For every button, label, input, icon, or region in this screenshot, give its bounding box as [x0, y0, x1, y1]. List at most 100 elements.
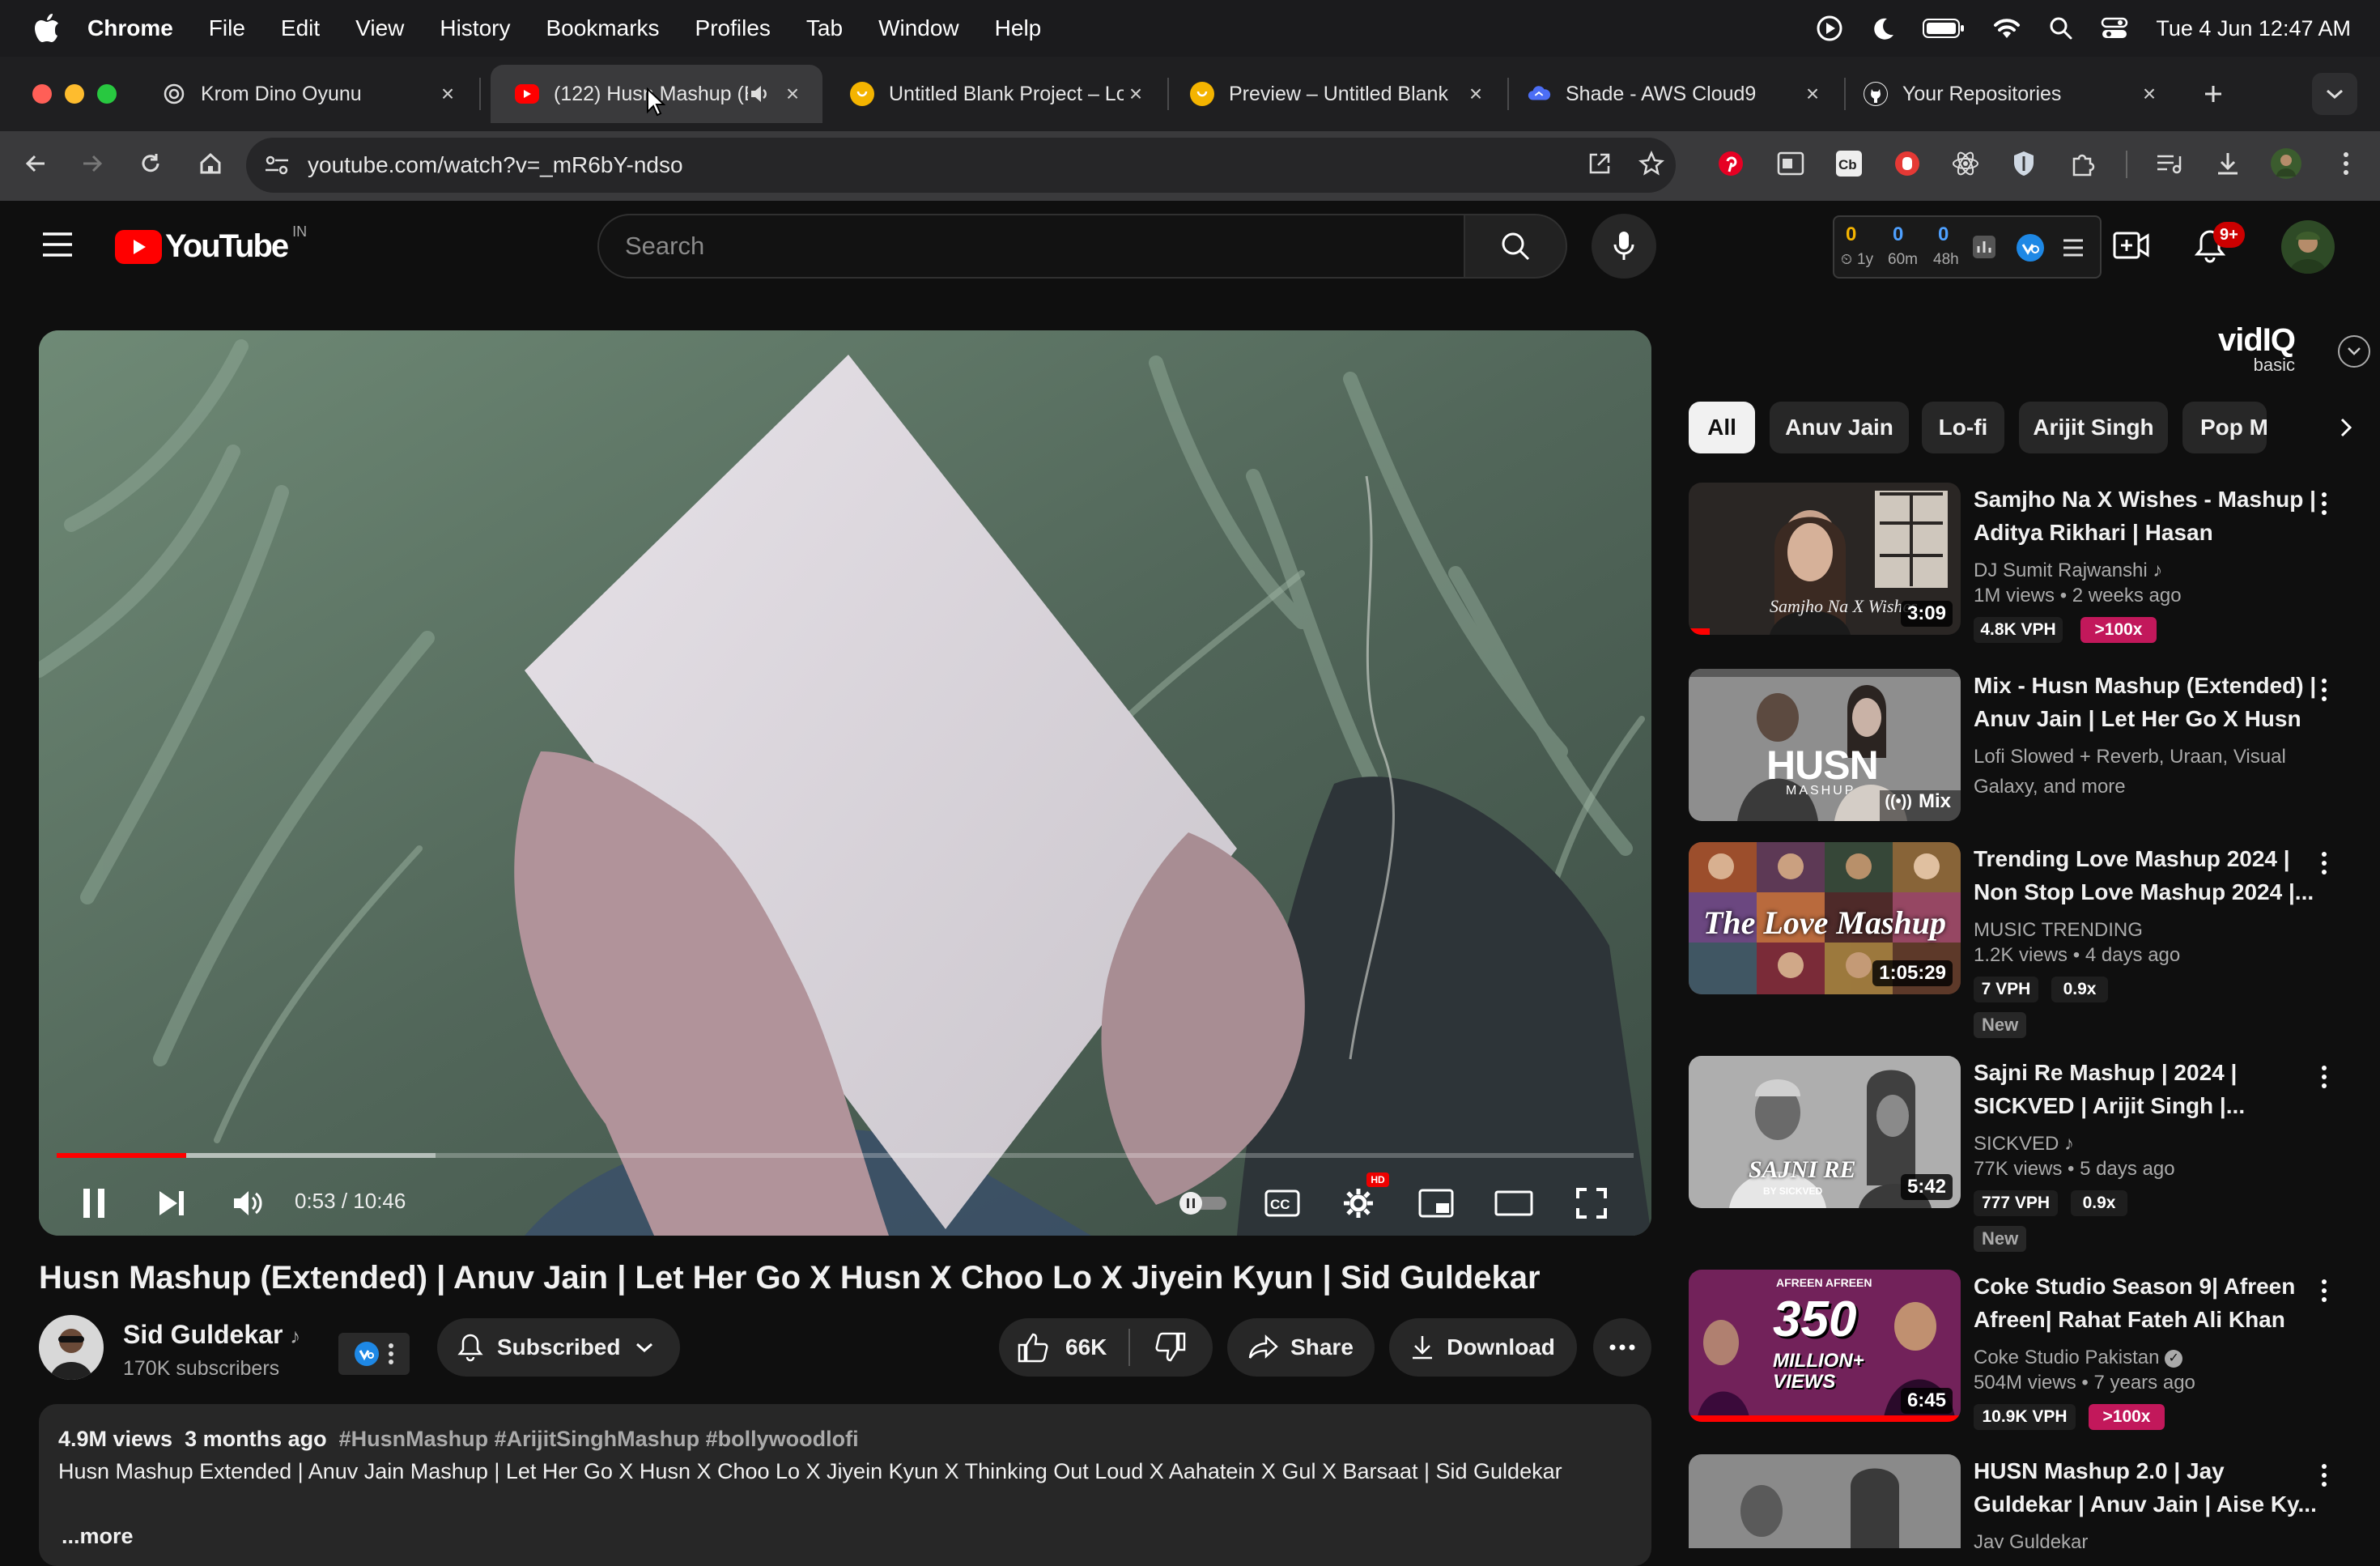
recommendation-thumbnail[interactable]: The Love Mashup 1:05:29: [1689, 842, 1961, 994]
menu-history[interactable]: History: [440, 15, 510, 41]
recommendation-menu-kebab-icon[interactable]: [2312, 674, 2336, 706]
recommendation-thumbnail[interactable]: Samjho Na X Wishes 3:09: [1689, 483, 1961, 635]
menu-tab[interactable]: Tab: [806, 15, 843, 41]
media-controls-icon[interactable]: [2152, 146, 2187, 181]
menu-window[interactable]: Window: [878, 15, 959, 41]
recommendation-title[interactable]: Mix - Husn Mashup (Extended) | Anuv Jain…: [1974, 669, 2322, 735]
window-minimize-button[interactable]: [65, 84, 84, 104]
chip-all[interactable]: All: [1689, 402, 1755, 453]
extensions-puzzle-icon[interactable]: [2064, 146, 2100, 181]
chip-pop-music[interactable]: Pop M: [2182, 402, 2267, 453]
tab-close-icon[interactable]: ×: [1124, 81, 1148, 106]
vidiq-collapse-chevron-icon[interactable]: [2338, 335, 2370, 368]
recommendation-channel[interactable]: DJ Sumit Rajwanshi ♪: [1974, 555, 2322, 585]
tab-close-icon[interactable]: ×: [436, 81, 460, 106]
chips-next-button[interactable]: [2265, 402, 2370, 453]
recommendation-thumbnail[interactable]: [1689, 1454, 1961, 1548]
vidiq-stats-widget[interactable]: 0 ⏲ 1y 0 60m 0 48h: [1833, 215, 2102, 279]
theater-mode-button[interactable]: [1490, 1179, 1538, 1228]
recommendation-item[interactable]: HUSN Mashup 2.0 | Jay Guldekar | Anuv Ja…: [1689, 1454, 2352, 1548]
recommendation-menu-kebab-icon[interactable]: [2312, 1459, 2336, 1492]
chip-anuv-jain[interactable]: Anuv Jain: [1770, 402, 1909, 453]
like-button[interactable]: 66K: [999, 1318, 1128, 1377]
recommendation-item[interactable]: AFREEN AFREEN 350 MILLION+ VIEWS 6:45 Co…: [1689, 1270, 2352, 1440]
channel-name[interactable]: Sid Guldekar ♪: [123, 1320, 300, 1350]
recommendation-title[interactable]: Coke Studio Season 9| Afreen Afreen| Rah…: [1974, 1270, 2322, 1336]
miniplayer-button[interactable]: [1412, 1179, 1460, 1228]
recommendation-item[interactable]: SAJNI RE BY SICKVED 5:42 Sajni Re Mashup…: [1689, 1056, 2352, 1258]
recommendation-channel[interactable]: SICKVED ♪: [1974, 1129, 2322, 1159]
recommendation-channel[interactable]: Jay Guldekar: [1974, 1527, 2322, 1548]
spotlight-search-icon[interactable]: [2049, 16, 2073, 40]
recommendation-channel[interactable]: Coke Studio Pakistan ✓: [1974, 1343, 2322, 1372]
window-zoom-button[interactable]: [97, 84, 117, 104]
tab-close-icon[interactable]: ×: [780, 81, 805, 106]
voice-search-button[interactable]: [1592, 214, 1656, 279]
next-button[interactable]: [147, 1179, 196, 1228]
search-button[interactable]: [1464, 214, 1567, 279]
tab-lovable-project[interactable]: Untitled Blank Project – Lovable ×: [826, 65, 1166, 123]
video-progress-bar[interactable]: [57, 1153, 1634, 1158]
forward-arrow-icon[interactable]: [74, 146, 110, 181]
captions-button[interactable]: CC: [1258, 1179, 1307, 1228]
menu-file[interactable]: File: [209, 15, 245, 41]
tab-close-icon[interactable]: ×: [1464, 81, 1488, 106]
recommendation-menu-kebab-icon[interactable]: [2312, 847, 2336, 879]
autoplay-toggle[interactable]: [1171, 1179, 1235, 1228]
vidiq-logo-icon[interactable]: [2016, 233, 2045, 262]
back-arrow-icon[interactable]: [18, 146, 53, 181]
recommendation-item[interactable]: HUSN MASHUP ((•)) Mix Mix - Husn Mashup (…: [1689, 669, 2352, 831]
youtube-logo[interactable]: YouTube IN: [115, 223, 307, 265]
menu-view[interactable]: View: [355, 15, 404, 41]
shield-extension-icon[interactable]: [2006, 146, 2042, 181]
vidiq-brand[interactable]: vidIQ basic: [2218, 324, 2296, 376]
vidiq-chart-icon[interactable]: [1972, 235, 1996, 259]
home-icon[interactable]: [193, 146, 228, 181]
recommendation-title[interactable]: HUSN Mashup 2.0 | Jay Guldekar | Anuv Ja…: [1974, 1454, 2322, 1521]
new-tab-plus-icon[interactable]: [2195, 78, 2231, 110]
control-center-icon[interactable]: [2101, 16, 2128, 40]
recommendation-thumbnail[interactable]: AFREEN AFREEN 350 MILLION+ VIEWS 6:45: [1689, 1270, 1961, 1422]
address-url[interactable]: youtube.com/watch?v=_mR6bY-ndso: [308, 152, 683, 178]
share-button[interactable]: Share: [1227, 1318, 1375, 1377]
pinterest-extension-icon[interactable]: [1713, 146, 1749, 181]
account-avatar[interactable]: [2281, 220, 2335, 274]
tab-close-icon[interactable]: ×: [2137, 81, 2161, 106]
tab-preview-blank[interactable]: Preview – Untitled Blank ×: [1166, 65, 1506, 123]
window-close-button[interactable]: [32, 84, 52, 104]
vidiq-menu-icon[interactable]: [2061, 236, 2085, 259]
chrome-menu-kebab-icon[interactable]: [2328, 146, 2364, 181]
chip-arijit-singh[interactable]: Arijit Singh: [2019, 402, 2168, 453]
tab-close-icon[interactable]: ×: [1800, 81, 1825, 106]
play-status-icon[interactable]: [1816, 15, 1843, 42]
menu-help[interactable]: Help: [995, 15, 1042, 41]
description-box[interactable]: 4.9M views 3 months ago #HusnMashup #Ari…: [39, 1404, 1651, 1566]
recommendation-item[interactable]: The Love Mashup 1:05:29 Trending Love Ma…: [1689, 842, 2352, 1045]
channel-avatar[interactable]: [39, 1315, 104, 1380]
moon-icon[interactable]: [1871, 16, 1895, 40]
battery-icon[interactable]: [1923, 18, 1965, 39]
recommendation-menu-kebab-icon[interactable]: [2312, 487, 2336, 520]
open-in-app-icon[interactable]: [1582, 146, 1617, 181]
recommendation-thumbnail[interactable]: SAJNI RE BY SICKVED 5:42: [1689, 1056, 1961, 1208]
hand-stop-extension-icon[interactable]: [1889, 146, 1925, 181]
more-actions-button[interactable]: [1593, 1318, 1651, 1377]
profile-avatar-icon[interactable]: [2268, 146, 2304, 181]
apple-icon[interactable]: [32, 12, 62, 45]
volume-button[interactable]: [223, 1179, 272, 1228]
dislike-button[interactable]: [1130, 1318, 1211, 1377]
recommendation-channel[interactable]: Lofi Slowed + Reverb, Uraan, Visual Gala…: [1974, 742, 2322, 802]
recommendation-channel[interactable]: MUSIC TRENDING: [1974, 915, 2322, 945]
chip-lo-fi[interactable]: Lo-fi: [1922, 402, 2004, 453]
recommendation-title[interactable]: Samjho Na X Wishes - Mashup | Aditya Rik…: [1974, 483, 2322, 549]
window-extension-icon[interactable]: [1773, 146, 1808, 181]
tab-krom-dino[interactable]: Krom Dino Oyunu ×: [138, 65, 478, 123]
bookmark-star-icon[interactable]: [1634, 146, 1669, 181]
menubar-clock[interactable]: Tue 4 Jun 12:47 AM: [2156, 16, 2351, 41]
recommendation-title[interactable]: Trending Love Mashup 2024 | Non Stop Lov…: [1974, 842, 2322, 909]
menu-bookmarks[interactable]: Bookmarks: [546, 15, 659, 41]
menu-edit[interactable]: Edit: [281, 15, 320, 41]
create-video-icon[interactable]: [2113, 230, 2150, 261]
download-button[interactable]: Download: [1389, 1318, 1577, 1377]
vidiq-channel-widget[interactable]: [338, 1333, 410, 1375]
